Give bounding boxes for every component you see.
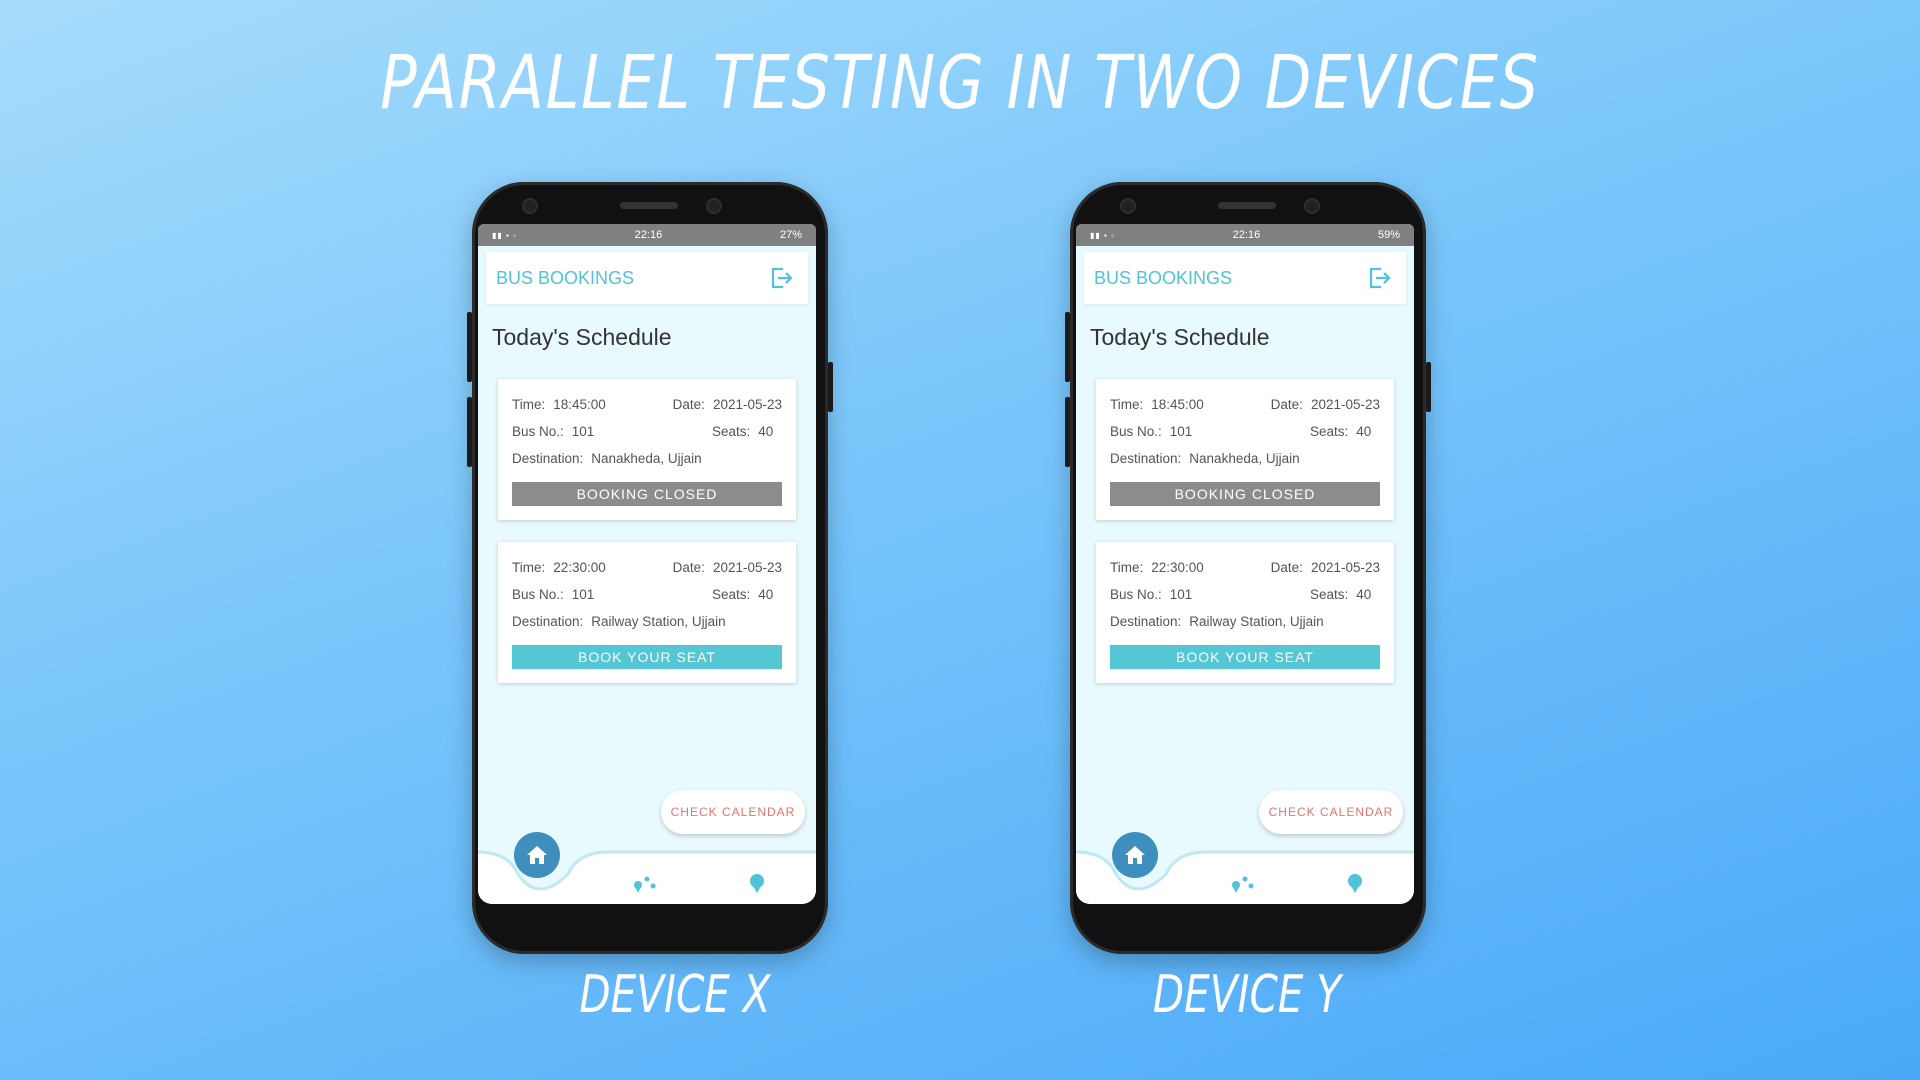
schedule-card: Time: 22:30:00 Date: 2021-05-23 Bus No.: 10… [1096, 542, 1394, 683]
date-field: Date: 2021-05-23 [1270, 397, 1380, 412]
sensor-icon [524, 200, 536, 212]
section-title: Today's Schedule [1090, 324, 1270, 350]
app-title: BUS BOOKINGS [1094, 267, 1233, 288]
destination-field: Destination: Railway Station, Ujjain [1110, 614, 1324, 629]
home-icon [1125, 846, 1145, 864]
front-camera-icon [1306, 200, 1318, 212]
page-title: PARALLEL TESTING IN TWO DEVICES [380, 40, 1540, 126]
logout-icon[interactable] [768, 265, 794, 291]
signal-icon: ▮▮ ▪ ◦ [1090, 230, 1115, 240]
battery-status: 27% [779, 229, 802, 241]
app-bar: BUS BOOKINGS [486, 252, 808, 304]
schedule-card: Time: 18:45:00 Date: 2021-05-23 Bus No.: 10… [498, 379, 796, 520]
bus-field: Bus No.: 101 [1110, 424, 1193, 439]
support-icon[interactable] [1344, 872, 1366, 894]
volume-button [1065, 312, 1070, 382]
status-time: 22:16 [1232, 229, 1261, 241]
volume-button [467, 312, 472, 382]
map-pins-icon[interactable] [632, 874, 658, 894]
bottom-nav [478, 832, 816, 904]
status-bar: ▮▮ ▪ ◦ 22:16 27% [478, 224, 816, 246]
check-calendar-button[interactable]: CHECK CALENDAR [661, 790, 805, 834]
time-field: Time: 18:45:00 [1110, 397, 1204, 412]
seats-field: Seats: 40 [712, 587, 774, 602]
home-nav-button[interactable] [1112, 832, 1158, 878]
device-x-label: DEVICE X [579, 965, 771, 1025]
booking-closed-button[interactable]: BOOKING CLOSED [1110, 482, 1380, 506]
bus-field: Bus No.: 101 [1110, 587, 1193, 602]
signal-icon: ▮▮ ▪ ◦ [492, 230, 517, 240]
bottom-nav [1076, 832, 1414, 904]
power-button [1426, 362, 1431, 412]
support-icon[interactable] [746, 872, 768, 894]
map-pins-icon[interactable] [1230, 874, 1256, 894]
app-bar: BUS BOOKINGS [1084, 252, 1406, 304]
destination-field: Destination: Railway Station, Ujjain [512, 614, 726, 629]
device-x-phone: ▮▮ ▪ ◦ 22:16 27% BUS BOOKINGS Today's Sc… [467, 182, 833, 954]
speaker-grille [620, 202, 678, 209]
app-title: BUS BOOKINGS [496, 267, 635, 288]
device-y-screen: ▮▮ ▪ ◦ 22:16 59% BUS BOOKINGS Today's Sc… [1076, 224, 1414, 904]
book-seat-button[interactable]: BOOK YOUR SEAT [512, 645, 782, 669]
volume-button [1065, 397, 1070, 467]
device-y-label: DEVICE Y [1152, 965, 1342, 1025]
schedule-card: Time: 22:30:00 Date: 2021-05-23 Bus No.: 10… [498, 542, 796, 683]
home-nav-button[interactable] [514, 832, 560, 878]
status-bar: ▮▮ ▪ ◦ 22:16 59% [1076, 224, 1414, 246]
bus-field: Bus No.: 101 [512, 424, 595, 439]
date-field: Date: 2021-05-23 [1270, 560, 1380, 575]
status-time: 22:16 [634, 229, 663, 241]
destination-field: Destination: Nanakheda, Ujjain [1110, 451, 1300, 466]
seats-field: Seats: 40 [712, 424, 774, 439]
date-field: Date: 2021-05-23 [672, 560, 782, 575]
power-button [828, 362, 833, 412]
schedule-card: Time: 18:45:00 Date: 2021-05-23 Bus No.: 10… [1096, 379, 1394, 520]
device-y-phone: ▮▮ ▪ ◦ 22:16 59% BUS BOOKINGS Today's Sc… [1065, 182, 1431, 954]
book-seat-button[interactable]: BOOK YOUR SEAT [1110, 645, 1380, 669]
speaker-grille [1218, 202, 1276, 209]
bus-field: Bus No.: 101 [512, 587, 595, 602]
booking-closed-button[interactable]: BOOKING CLOSED [512, 482, 782, 506]
sensor-icon [1122, 200, 1134, 212]
time-field: Time: 18:45:00 [512, 397, 606, 412]
battery-status: 59% [1377, 229, 1400, 241]
destination-field: Destination: Nanakheda, Ujjain [512, 451, 702, 466]
home-icon [527, 846, 547, 864]
check-calendar-button[interactable]: CHECK CALENDAR [1259, 790, 1403, 834]
date-field: Date: 2021-05-23 [672, 397, 782, 412]
seats-field: Seats: 40 [1310, 587, 1372, 602]
section-title: Today's Schedule [492, 324, 672, 350]
volume-button [467, 397, 472, 467]
front-camera-icon [708, 200, 720, 212]
device-x-screen: ▮▮ ▪ ◦ 22:16 27% BUS BOOKINGS Today's Sc… [478, 224, 816, 904]
logout-icon[interactable] [1366, 265, 1392, 291]
seats-field: Seats: 40 [1310, 424, 1372, 439]
time-field: Time: 22:30:00 [1110, 560, 1204, 575]
time-field: Time: 22:30:00 [512, 560, 606, 575]
